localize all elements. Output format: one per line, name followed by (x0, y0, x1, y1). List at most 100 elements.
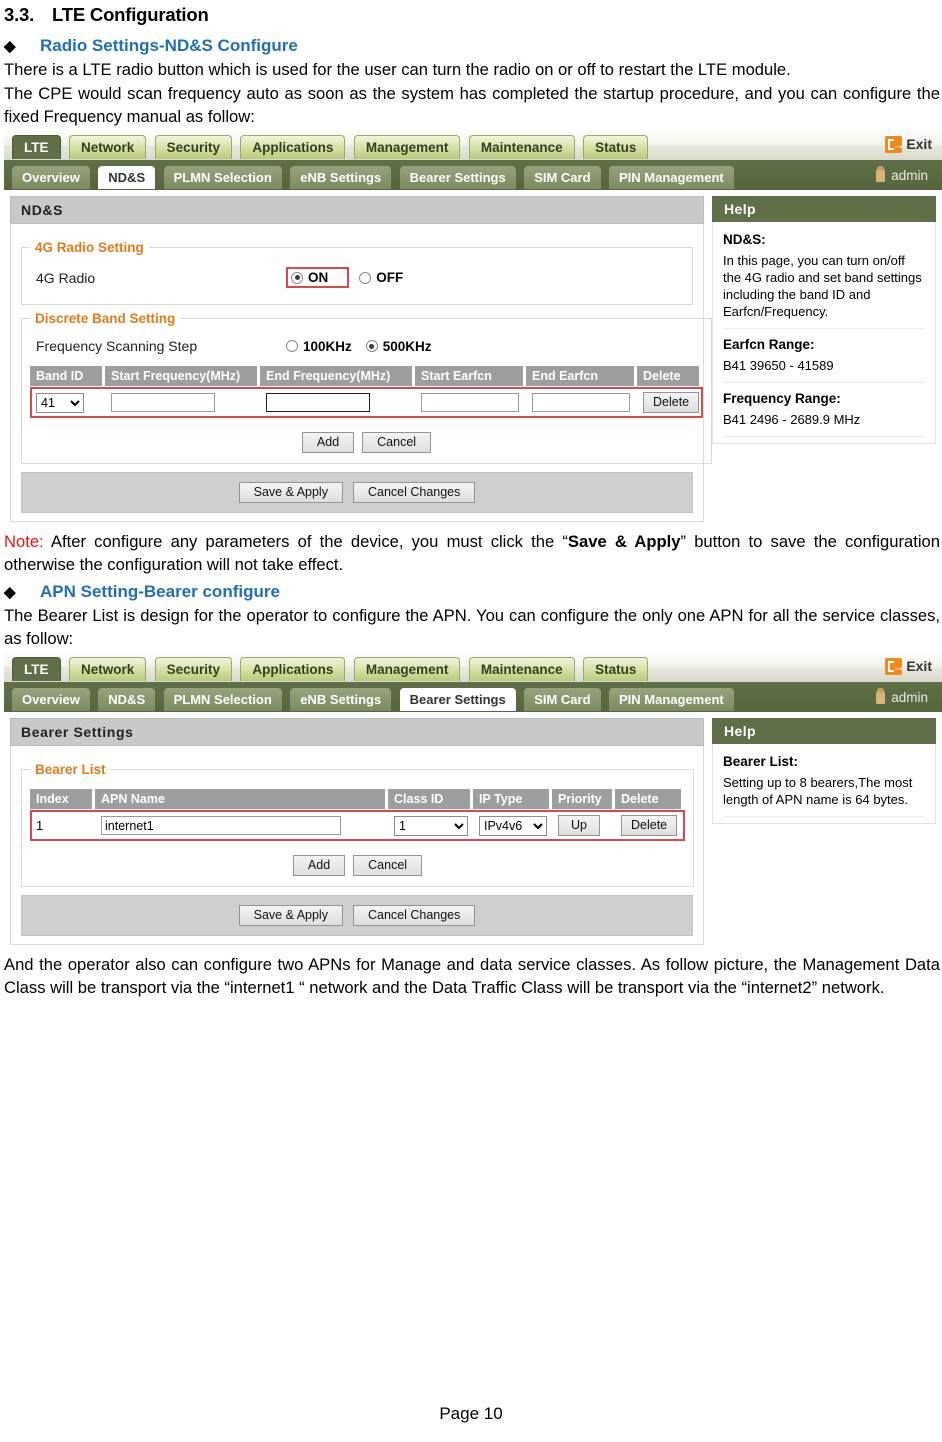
bullet-heading-apn-setting: ◆ APN Setting-Bearer configure (4, 582, 940, 602)
nav-tab-status[interactable]: Status (583, 135, 649, 159)
primary-navbar-2: LTE Network Security Applications Manage… (4, 652, 942, 682)
bullet-heading-radio-settings-label: Radio Settings-ND&S Configure (40, 36, 298, 55)
bearer-cell-ip-type: IPv4v6 (475, 815, 551, 836)
subnav-tab-nds-2[interactable]: ND&S (98, 688, 156, 711)
start-earfcn-input[interactable] (421, 393, 519, 412)
help-heading-earfcn-range: Earfcn Range: (723, 337, 815, 352)
radio-group-4g-radio-off: OFF (359, 270, 417, 285)
nav-tab-management-2[interactable]: Management (353, 657, 461, 681)
subnav-tab-pin-management-2[interactable]: PIN Management (608, 688, 734, 711)
radio-4g-radio-on[interactable] (291, 271, 303, 284)
bearer-row-delete-button[interactable]: Delete (621, 815, 678, 836)
apn-name-input[interactable] (101, 816, 341, 835)
paragraph-scan-intro: The CPE would scan frequency auto as soo… (4, 84, 940, 126)
bearer-table-row: 1 1 (30, 810, 685, 841)
band-col-end-frequency: End Frequency(MHz) (260, 366, 412, 386)
nds-save-apply-button[interactable]: Save & Apply (238, 482, 343, 503)
bearer-priority-up-button[interactable]: Up (558, 815, 600, 836)
bearer-save-apply-button[interactable]: Save & Apply (238, 905, 343, 926)
help-column-bearer: Help Bearer List: Setting up to 8 bearer… (712, 718, 936, 945)
subnav-tab-sim-card-2[interactable]: SIM Card (524, 688, 601, 711)
exit-label: Exit (906, 136, 932, 152)
legend-bearer-list: Bearer List (35, 762, 106, 777)
band-cell-start-frequency (107, 393, 259, 412)
nav-tab-status-2[interactable]: Status (583, 657, 649, 681)
subnav-tab-pin-management[interactable]: PIN Management (608, 166, 734, 189)
ip-type-select[interactable]: IPv4v6 (479, 815, 547, 836)
radio-label-scan-step-500khz: 500KHz (382, 338, 432, 354)
band-add-button[interactable]: Add (301, 432, 355, 453)
subnav-tab-enb-settings[interactable]: eNB Settings (290, 166, 392, 189)
help-section-earfcn-range: Earfcn Range: B41 39650 - 41589 (723, 329, 925, 383)
class-id-select[interactable]: 1 (394, 815, 468, 836)
radio-scan-step-500khz[interactable] (365, 340, 378, 352)
console-body-nds: ND&S 4G Radio Setting 4G Radio ON OFF Di… (4, 190, 942, 530)
bearer-apply-bar: Save & Apply Cancel Changes (21, 895, 693, 936)
band-cell-start-earfcn (417, 393, 525, 412)
fieldset-bearer-list: Bearer List Index APN Name Class ID IP T… (21, 762, 694, 887)
subnav-tab-plmn-selection[interactable]: PLMN Selection (163, 166, 282, 189)
nav-tab-applications[interactable]: Applications (240, 135, 346, 159)
fieldset-4g-radio-setting: 4G Radio Setting 4G Radio ON OFF (21, 240, 693, 305)
band-id-select[interactable]: 41 (36, 392, 84, 413)
nav-tab-lte-2[interactable]: LTE (12, 657, 61, 681)
bearer-table-header: Index APN Name Class ID IP Type Priority… (30, 789, 685, 809)
help-section-bearer-list: Bearer List: Setting up to 8 bearers,The… (723, 746, 925, 817)
user-account-2[interactable]: admin (876, 688, 928, 708)
main-column-nds: ND&S 4G Radio Setting 4G Radio ON OFF Di… (10, 196, 712, 522)
subnav-tab-sim-card[interactable]: SIM Card (524, 166, 601, 189)
band-col-delete: Delete (637, 366, 699, 386)
nav-tab-maintenance[interactable]: Maintenance (468, 135, 575, 159)
band-table-row: 41 Delete (30, 387, 703, 418)
subnav-tab-overview[interactable]: Overview (12, 166, 90, 189)
band-col-start-earfcn: Start Earfcn (415, 366, 523, 386)
radio-4g-radio-off[interactable] (359, 271, 372, 284)
diamond-bullet-icon: ◆ (4, 38, 16, 55)
subnav-tab-bearer-settings-2[interactable]: Bearer Settings (399, 688, 516, 711)
bearer-col-apn-name: APN Name (95, 789, 385, 809)
help-title-bearer: Help (712, 718, 936, 744)
bearer-cancel-changes-button[interactable]: Cancel Changes (352, 905, 476, 926)
nav-tab-network-2[interactable]: Network (68, 657, 147, 681)
nav-tab-management[interactable]: Management (353, 135, 461, 159)
start-frequency-input[interactable] (111, 393, 215, 412)
band-col-end-earfcn: End Earfcn (526, 366, 634, 386)
band-row-delete-button[interactable]: Delete (643, 392, 700, 413)
band-table-header: Band ID Start Frequency(MHz) End Frequen… (30, 366, 703, 386)
end-earfcn-input[interactable] (532, 393, 630, 412)
user-icon (876, 166, 886, 182)
legend-4g-radio-setting: 4G Radio Setting (35, 240, 144, 255)
bearer-add-button[interactable]: Add (292, 855, 346, 876)
note-text-part1: After configure any parameters of the de… (43, 532, 568, 551)
exit-label-2: Exit (906, 658, 932, 674)
bearer-cancel-button[interactable]: Cancel (353, 855, 423, 876)
nav-tab-applications-2[interactable]: Applications (240, 657, 346, 681)
panel-body-bearer: Bearer List Index APN Name Class ID IP T… (10, 746, 704, 945)
exit-button-2[interactable]: Exit (885, 656, 932, 677)
nav-tab-security-2[interactable]: Security (154, 657, 232, 681)
field-row-4g-radio: 4G Radio ON OFF (30, 261, 684, 294)
nav-tab-security[interactable]: Security (154, 135, 232, 159)
nav-tab-maintenance-2[interactable]: Maintenance (468, 657, 575, 681)
exit-button[interactable]: Exit (885, 134, 932, 155)
user-account[interactable]: admin (876, 166, 928, 186)
bearer-col-class-id: Class ID (388, 789, 470, 809)
band-cancel-button[interactable]: Cancel (362, 432, 432, 453)
radio-scan-step-100khz[interactable] (286, 340, 298, 352)
paragraph-two-apns: And the operator also can configure two … (4, 955, 940, 997)
nds-cancel-changes-button[interactable]: Cancel Changes (352, 482, 476, 503)
screenshot-nds-console: LTE Network Security Applications Manage… (4, 130, 942, 530)
subnav-tab-plmn-selection-2[interactable]: PLMN Selection (163, 688, 282, 711)
note-text-bold: Save & Apply (567, 532, 681, 551)
end-frequency-input[interactable] (266, 393, 370, 412)
subnav-tab-bearer-settings[interactable]: Bearer Settings (399, 166, 516, 189)
console-body-bearer: Bearer Settings Bearer List Index APN Na… (4, 712, 942, 953)
nav-tab-network[interactable]: Network (68, 135, 147, 159)
paragraph-note: Note: After configure any parameters of … (4, 530, 940, 576)
subnav-tab-nds[interactable]: ND&S (98, 166, 156, 189)
legend-discrete-band-setting: Discrete Band Setting (35, 311, 176, 326)
subnav-tab-enb-settings-2[interactable]: eNB Settings (290, 688, 392, 711)
bearer-col-index: Index (30, 789, 92, 809)
nav-tab-lte[interactable]: LTE (12, 135, 61, 159)
subnav-tab-overview-2[interactable]: Overview (12, 688, 90, 711)
